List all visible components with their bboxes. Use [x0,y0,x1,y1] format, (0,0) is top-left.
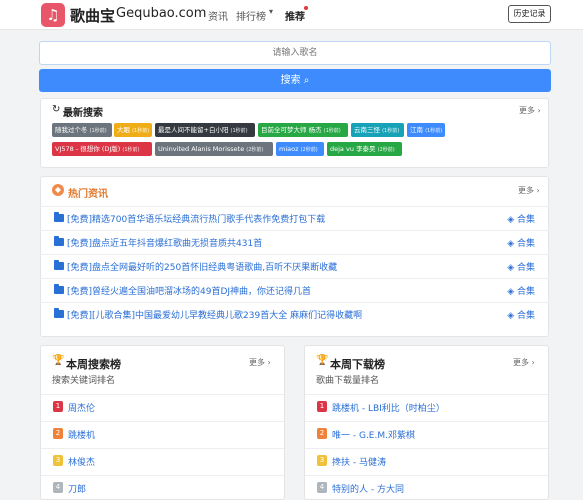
search-tag[interactable]: 最是人间不能留+白小阳 (1秒前) [155,123,255,137]
rank-row[interactable]: 4 刀郎 [41,475,284,499]
rank-song[interactable]: 唯一 - G.E.M.邓紫棋 [332,428,415,441]
rank-keyword[interactable]: 刀郎 [68,482,86,495]
weekly-search-card: 🏆 本周搜索榜 更多 › 搜索关键词排名 1 周杰伦 2 跳楼机 3 林俊杰 4… [40,345,285,500]
news-item-tag[interactable]: ◈ 合集 [507,212,535,225]
refresh-icon: ↻ [52,104,61,115]
weekly-download-card: 🏆 本周下载榜 更多 › 歌曲下载量排名 1 跳楼机 - LBI利比（时柏尘） … [304,345,549,500]
rank-row[interactable]: 1 周杰伦 [41,394,284,418]
search-tag[interactable]: Uninvited Alanis Morissete (2秒前) [155,142,273,156]
rank-row[interactable]: 3 搀扶 - 马健涛 [305,448,548,472]
rank-row[interactable]: 2 唯一 - G.E.M.邓紫棋 [305,421,548,445]
rank-number: 1 [317,401,327,412]
folder-icon [54,284,64,294]
rank-number: 1 [53,401,63,412]
news-item-tag[interactable]: ◈ 合集 [507,260,535,273]
folder-icon [54,308,64,318]
notification-dot [304,6,308,10]
rank-row[interactable]: 2 跳楼机 [41,421,284,445]
trophy-icon: 🏆 [52,355,65,366]
rank-song[interactable]: 跳楼机 - LBI利比（时柏尘） [332,401,445,414]
search-tag[interactable]: deja vu 李泰昊 (2秒前) [327,142,402,156]
nav-recommend[interactable]: 推荐 [285,8,305,23]
hot-news-more-link[interactable]: 更多 › [518,185,540,196]
rank-keyword[interactable]: 周杰伦 [68,401,95,414]
search-input[interactable] [39,41,551,65]
weekly-search-more-link[interactable]: 更多 › [249,357,271,368]
rank-row[interactable]: 4 特别的人 - 方大同 [305,475,548,499]
news-item[interactable]: [免费]曾经火遍全国油吧溜冰场的49首DJ神曲，你还记得几首 ◈ 合集 [40,278,549,302]
top-header: ♫ 歌曲宝 Gequbao.com 资讯 排行榜 ▾ 推荐 历史记录 [0,0,583,30]
recent-more-link[interactable]: 更多 › [519,105,541,116]
search-tag[interactable]: 大眠 (1秒前) [114,123,152,137]
search-button-label: 搜索 [280,75,301,86]
logo-text-cn[interactable]: 歌曲宝 [70,5,115,26]
fire-icon: ◆ [52,184,64,196]
nav-news[interactable]: 资讯 [208,8,228,23]
weekly-download-more-link[interactable]: 更多 › [513,357,535,368]
news-item[interactable]: [免费]盘点近五年抖音爆红歌曲无损音质共431首 ◈ 合集 [40,230,549,254]
search-tag[interactable]: 云南三怪 (1秒前) [351,123,404,137]
news-item[interactable]: [免费]盘点全网最好听的250首怀旧经典粤语歌曲,百听不厌果断收藏 ◈ 合集 [40,254,549,278]
news-item-tag[interactable]: ◈ 合集 [507,236,535,249]
news-item[interactable]: [免费][儿歌合集]中国最爱幼儿早教经典儿歌239首大全 麻麻们记得收藏啊 ◈ … [40,302,549,326]
search-button[interactable]: 搜索 ⌕ [39,69,551,92]
search-tag[interactable]: 江南 (1秒前) [407,123,445,137]
rank-row[interactable]: 3 林俊杰 [41,448,284,472]
logo-text-en[interactable]: Gequbao.com [116,6,206,21]
hot-news-title: 热门资讯 [68,189,108,200]
folder-icon [54,236,64,246]
rank-song[interactable]: 搀扶 - 马健涛 [332,455,386,468]
search-tag[interactable]: 目前全可梦大师 杨杰 (1秒前) [258,123,348,137]
news-item-tag[interactable]: ◈ 合集 [507,308,535,321]
news-item-title[interactable]: [免费]曾经火遍全国油吧溜冰场的49首DJ神曲，你还记得几首 [67,284,311,297]
news-item-title[interactable]: [免费][儿歌合集]中国最爱幼儿早教经典儿歌239首大全 麻麻们记得收藏啊 [67,308,362,321]
chevron-down-icon[interactable]: ▾ [269,7,273,16]
weekly-search-subtitle: 搜索关键词排名 [52,376,116,386]
rank-song[interactable]: 特别的人 - 方大同 [332,482,404,495]
history-button[interactable]: 历史记录 [508,5,551,23]
nav-rank[interactable]: 排行榜 [236,8,266,23]
news-item-title[interactable]: [免费]盘点全网最好听的250首怀旧经典粤语歌曲,百听不厌果断收藏 [67,260,337,273]
rank-number: 4 [317,482,327,493]
rank-row[interactable]: 1 跳楼机 - LBI利比（时柏尘） [305,394,548,418]
search-tag[interactable]: VJ578 - 很想你 (DJ版) (1秒前) [52,142,152,156]
folder-icon [54,260,64,270]
search-icon: ⌕ [303,75,310,86]
weekly-search-title: 本周搜索榜 [66,358,121,371]
news-item-tag[interactable]: ◈ 合集 [507,284,535,297]
weekly-download-subtitle: 歌曲下载量排名 [316,376,380,386]
search-tag[interactable]: 随我过个冬 (1秒前) [52,123,112,137]
rank-number: 2 [317,428,327,439]
rank-number: 4 [53,482,63,493]
weekly-download-title: 本周下载榜 [330,358,385,371]
rank-number: 3 [317,455,327,466]
news-item[interactable]: [免费]精选700首华语乐坛经典流行热门歌手代表作免费打包下载 ◈ 合集 [40,206,549,230]
recent-search-title: 最新搜索 [63,108,103,119]
rank-number: 2 [53,428,63,439]
rank-number: 3 [53,455,63,466]
rank-keyword[interactable]: 林俊杰 [68,455,95,468]
search-tag[interactable]: miaoz (2秒前) [276,142,324,156]
music-note-icon[interactable]: ♫ [41,3,65,27]
news-item-title[interactable]: [免费]盘点近五年抖音爆红歌曲无损音质共431首 [67,236,262,249]
folder-icon [54,212,64,222]
news-item-title[interactable]: [免费]精选700首华语乐坛经典流行热门歌手代表作免费打包下载 [67,212,325,225]
trophy-icon: 🏆 [316,355,329,366]
rank-keyword[interactable]: 跳楼机 [68,428,95,441]
